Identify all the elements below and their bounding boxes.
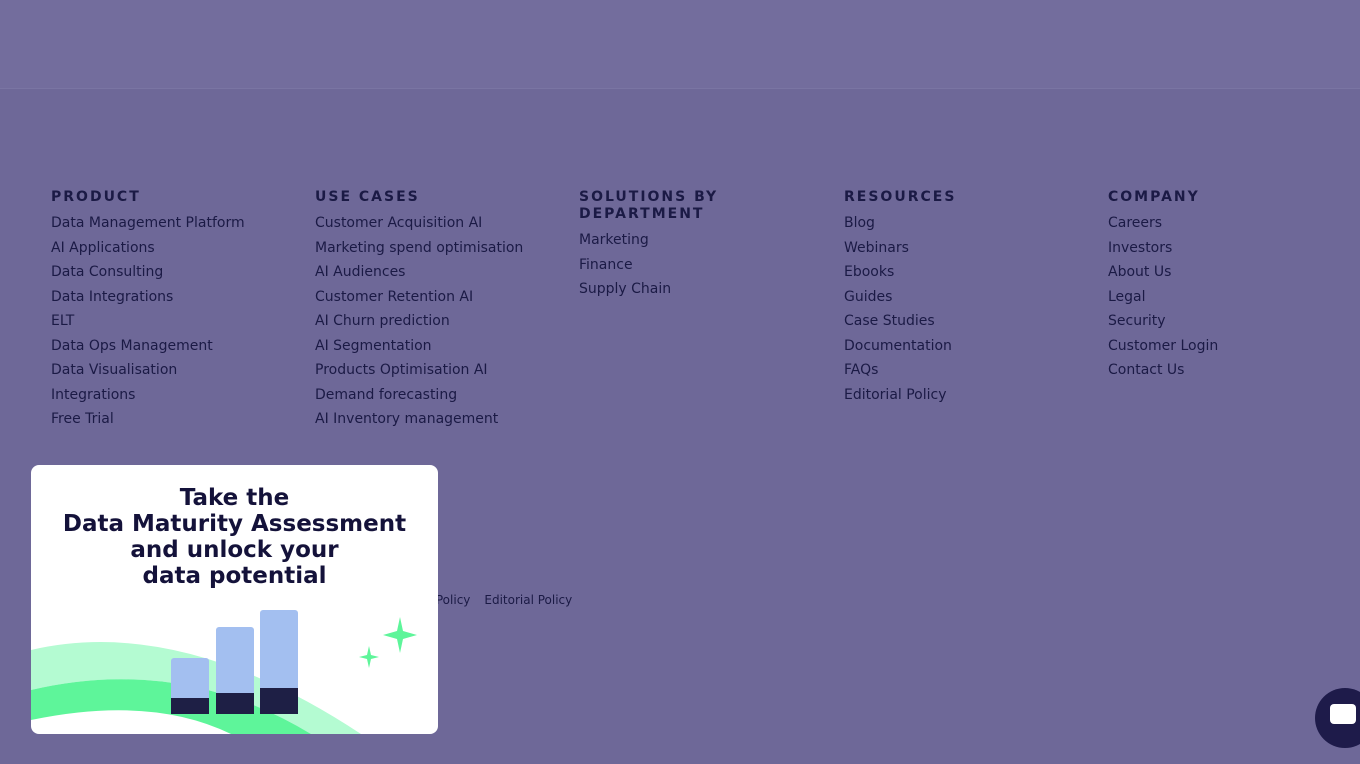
- footer-link[interactable]: Customer Login: [1108, 338, 1338, 355]
- footer-link[interactable]: Webinars: [844, 240, 1074, 257]
- footer-link[interactable]: Data Consulting: [51, 264, 281, 281]
- footer-link[interactable]: Data Integrations: [51, 289, 281, 306]
- footer-column: COMPANY Careers Investors About Us Legal Secu…: [1108, 189, 1338, 387]
- footer-column: RESOURCES Blog Webinars Ebooks Guides Case St…: [844, 189, 1074, 411]
- footer-link[interactable]: Case Studies: [844, 313, 1074, 330]
- editorial-policy-link[interactable]: Editorial Policy: [484, 593, 572, 607]
- footer-link[interactable]: Finance: [579, 257, 809, 274]
- footer-link[interactable]: Contact Us: [1108, 362, 1338, 379]
- assessment-popup[interactable]: Take the Data Maturity Assessment and un…: [31, 465, 438, 734]
- footer-link[interactable]: Supply Chain: [579, 281, 809, 298]
- footer-column: SOLUTIONS BY DEPARTMENT Marketing Finance S…: [579, 189, 809, 306]
- footer-link[interactable]: Marketing spend optimisation: [315, 240, 545, 257]
- footer-link[interactable]: Data Ops Management: [51, 338, 281, 355]
- column-heading: COMPANY: [1108, 189, 1200, 205]
- sparkle-icon: [359, 646, 379, 668]
- footer-link[interactable]: Guides: [844, 289, 1074, 306]
- footer-link[interactable]: Data Visualisation: [51, 362, 281, 379]
- footer-link[interactable]: Ebooks: [844, 264, 1074, 281]
- footer-link[interactable]: FAQs: [844, 362, 1074, 379]
- footer-link[interactable]: AI Segmentation: [315, 338, 545, 355]
- chat-bubble-icon: [1330, 704, 1356, 724]
- footer-link[interactable]: Customer Retention AI: [315, 289, 545, 306]
- column-heading: RESOURCES: [844, 189, 957, 205]
- footer-column: PRODUCT Data Management Platform AI Applic…: [51, 189, 281, 436]
- footer-link[interactable]: Editorial Policy: [844, 387, 1074, 404]
- footer-link[interactable]: AI Churn prediction: [315, 313, 545, 330]
- footer-link[interactable]: Free Trial: [51, 411, 281, 428]
- footer-link[interactable]: AI Inventory management: [315, 411, 545, 428]
- column-heading: SOLUTIONS BY DEPARTMENT: [579, 189, 719, 222]
- footer-link[interactable]: ELT: [51, 313, 281, 330]
- footer-link[interactable]: Investors: [1108, 240, 1338, 257]
- footer-link[interactable]: Data Management Platform: [51, 215, 281, 232]
- footer-link[interactable]: Integrations: [51, 387, 281, 404]
- footer-link[interactable]: Legal: [1108, 289, 1338, 306]
- footer-link[interactable]: About Us: [1108, 264, 1338, 281]
- column-heading: USE CASES: [315, 189, 420, 205]
- bar-illustration: [31, 610, 417, 734]
- footer-column: USE CASES Customer Acquisition AI Marketin…: [315, 189, 545, 436]
- footer-link[interactable]: Security: [1108, 313, 1338, 330]
- footer-link[interactable]: Demand forecasting: [315, 387, 545, 404]
- footer-link[interactable]: Products Optimisation AI: [315, 362, 545, 379]
- header-area: [0, 0, 1360, 89]
- chat-button[interactable]: [1315, 688, 1360, 748]
- footer-link[interactable]: Documentation: [844, 338, 1074, 355]
- footer-link[interactable]: Marketing: [579, 232, 809, 249]
- footer-link[interactable]: Careers: [1108, 215, 1338, 232]
- footer-link[interactable]: Customer Acquisition AI: [315, 215, 545, 232]
- footer-link[interactable]: Blog: [844, 215, 1074, 232]
- legal-links: ta Policy Editorial Policy: [420, 593, 572, 607]
- footer-link[interactable]: AI Applications: [51, 240, 281, 257]
- sparkle-icon: [383, 617, 417, 653]
- column-heading: PRODUCT: [51, 189, 141, 205]
- footer-link[interactable]: AI Audiences: [315, 264, 545, 281]
